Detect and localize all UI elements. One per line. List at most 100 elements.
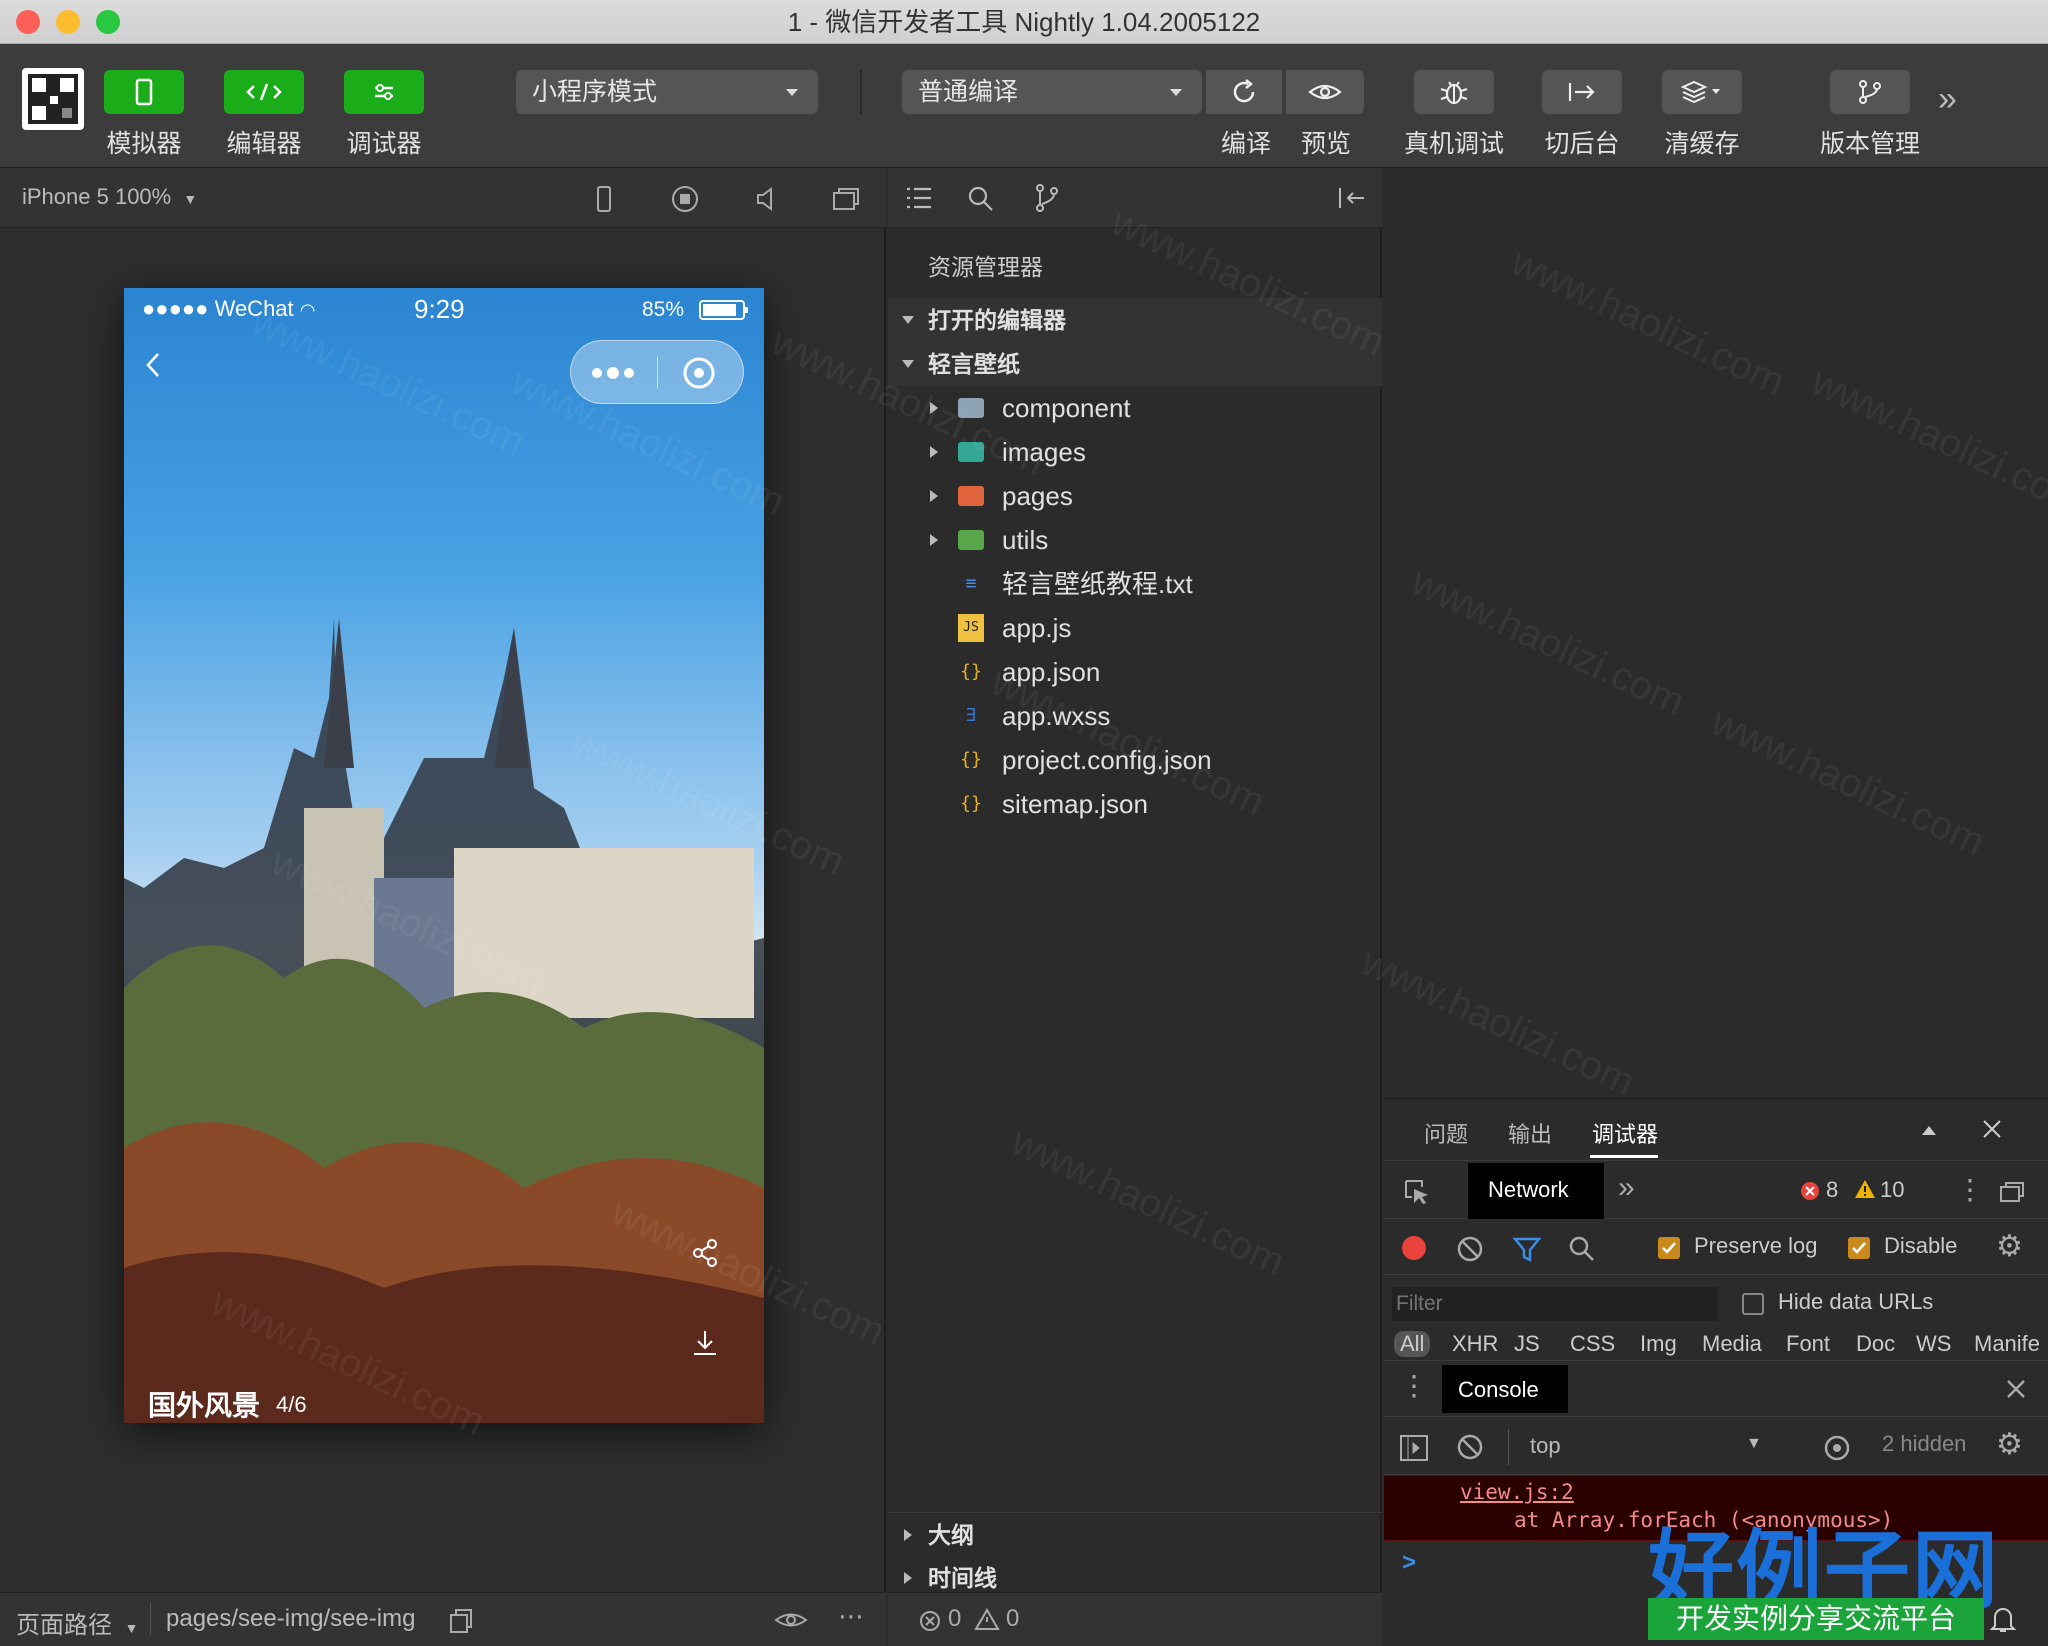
- phone-icon[interactable]: [592, 184, 616, 214]
- compile-button[interactable]: [1206, 70, 1282, 114]
- bell-icon[interactable]: [1990, 1604, 2016, 1634]
- type-filter-img[interactable]: Img: [1640, 1331, 1677, 1357]
- more-icon[interactable]: ⋯: [838, 1601, 864, 1632]
- capsule-divider: [657, 357, 658, 389]
- debugger-button[interactable]: [344, 70, 424, 114]
- outline-section[interactable]: 大纲: [888, 1512, 1382, 1556]
- kebab-menu-icon[interactable]: ⋮: [1956, 1173, 1984, 1206]
- preview-button[interactable]: [1286, 70, 1364, 114]
- hidden-count[interactable]: 2 hidden: [1882, 1431, 1966, 1457]
- type-filter-xhr[interactable]: XHR: [1452, 1331, 1498, 1357]
- file-item[interactable]: ∃ app.wxss: [888, 694, 1382, 738]
- error-source-link[interactable]: view.js:2: [1460, 1480, 1574, 1504]
- disable-cache-checkbox[interactable]: [1848, 1237, 1870, 1259]
- share-icon[interactable]: [690, 1238, 720, 1268]
- gear-icon[interactable]: ⚙: [1996, 1427, 2023, 1462]
- castle-image: [124, 618, 764, 1423]
- warning-count-badge[interactable]: 10: [1880, 1177, 1904, 1203]
- tab-console[interactable]: Console: [1442, 1365, 1568, 1413]
- file-item[interactable]: {} project.config.json: [888, 738, 1382, 782]
- tab-problems[interactable]: 问题: [1424, 1117, 1468, 1149]
- sidebar-toggle-icon[interactable]: [1398, 1433, 1430, 1463]
- folder-item[interactable]: component: [888, 386, 1382, 430]
- background-button[interactable]: [1542, 70, 1622, 114]
- simulator-button[interactable]: [104, 70, 184, 114]
- back-icon[interactable]: [142, 350, 166, 380]
- file-item[interactable]: {} sitemap.json: [888, 782, 1382, 826]
- search-icon[interactable]: [966, 184, 996, 214]
- context-select[interactable]: top ▼: [1518, 1429, 1768, 1465]
- type-filter-all[interactable]: All: [1394, 1331, 1431, 1357]
- download-icon[interactable]: [690, 1328, 720, 1358]
- preserve-log-checkbox[interactable]: [1658, 1237, 1680, 1259]
- more-tools-icon[interactable]: »: [1938, 80, 1957, 119]
- collapse-panel-icon[interactable]: [1336, 184, 1366, 212]
- file-item[interactable]: {} app.json: [888, 650, 1382, 694]
- inspect-icon[interactable]: [1402, 1177, 1432, 1207]
- undock-icon[interactable]: [1998, 1179, 2026, 1205]
- filter-icon[interactable]: [1512, 1235, 1542, 1263]
- active-tab-indicator: [1590, 1155, 1658, 1158]
- avatar[interactable]: [22, 68, 84, 130]
- file-item[interactable]: ≡ 轻言壁纸教程.txt: [888, 562, 1382, 606]
- more-tabs-icon[interactable]: »: [1618, 1171, 1635, 1205]
- filter-input[interactable]: [1392, 1287, 1718, 1321]
- close-miniprogram-icon[interactable]: [681, 355, 717, 391]
- git-branch-icon[interactable]: [1032, 182, 1062, 214]
- folder-item[interactable]: images: [888, 430, 1382, 474]
- path-select[interactable]: 页面路径 ▼: [16, 1605, 139, 1640]
- mode-select[interactable]: 小程序模式: [516, 70, 818, 114]
- tree-item-label: component: [1002, 393, 1131, 423]
- tab-debugger[interactable]: 调试器: [1592, 1117, 1658, 1149]
- eye-icon[interactable]: [774, 1609, 808, 1631]
- chevron-up-icon[interactable]: [1920, 1123, 1938, 1137]
- gear-icon[interactable]: ⚙: [1996, 1229, 2023, 1264]
- compile-select[interactable]: 普通编译: [902, 70, 1202, 114]
- device-select-value: iPhone 5 100%: [22, 184, 172, 209]
- real-debug-button[interactable]: [1414, 70, 1494, 114]
- open-editors-section[interactable]: 打开的编辑器: [888, 298, 1382, 342]
- volume-icon[interactable]: [752, 184, 782, 214]
- type-filter-ws[interactable]: WS: [1916, 1331, 1951, 1357]
- type-filter-js[interactable]: JS: [1514, 1331, 1540, 1357]
- new-window-icon[interactable]: [830, 184, 862, 214]
- stop-icon[interactable]: [670, 184, 700, 214]
- phone-time: 9:29: [414, 294, 465, 324]
- list-icon[interactable]: [904, 184, 934, 212]
- device-select[interactable]: iPhone 5 100% ▼: [22, 184, 197, 210]
- project-section[interactable]: 轻言壁纸: [888, 342, 1382, 386]
- tab-network[interactable]: Network: [1468, 1163, 1604, 1219]
- folder-item[interactable]: pages: [888, 474, 1382, 518]
- eye-icon[interactable]: [1822, 1433, 1852, 1463]
- tab-output[interactable]: 输出: [1508, 1117, 1552, 1149]
- close-icon[interactable]: [1980, 1117, 2004, 1141]
- console-prompt[interactable]: >: [1402, 1549, 1416, 1577]
- clear-cache-button[interactable]: [1662, 70, 1742, 114]
- version-button[interactable]: [1830, 70, 1910, 114]
- open-editors-label: 打开的编辑器: [928, 307, 1066, 333]
- record-button[interactable]: [1402, 1236, 1426, 1260]
- more-icon[interactable]: [589, 363, 639, 383]
- type-filter-media[interactable]: Media: [1702, 1331, 1762, 1357]
- file-item[interactable]: JS app.js: [888, 606, 1382, 650]
- eye-icon: [1308, 84, 1342, 100]
- chevron-right-icon: [904, 1529, 912, 1541]
- search-icon[interactable]: [1568, 1235, 1596, 1263]
- close-icon[interactable]: [2004, 1377, 2028, 1401]
- hide-data-urls-checkbox[interactable]: [1742, 1293, 1764, 1315]
- type-filter-css[interactable]: CSS: [1570, 1331, 1615, 1357]
- editor-button[interactable]: [224, 70, 304, 114]
- explorer-toolbar: [888, 168, 1382, 228]
- clear-console-icon[interactable]: [1456, 1433, 1484, 1461]
- type-filter-doc[interactable]: Doc: [1856, 1331, 1895, 1357]
- folder-item[interactable]: utils: [888, 518, 1382, 562]
- kebab-menu-icon[interactable]: ⋮: [1400, 1369, 1428, 1402]
- chevron-down-icon: ▼: [124, 1620, 139, 1636]
- type-filter-font[interactable]: Font: [1786, 1331, 1830, 1357]
- error-count-badge[interactable]: 8: [1826, 1177, 1838, 1203]
- copy-icon[interactable]: [448, 1607, 474, 1635]
- tree-item-label: utils: [1002, 525, 1049, 555]
- type-filter-manife[interactable]: Manife: [1974, 1331, 2040, 1357]
- clear-icon[interactable]: [1456, 1235, 1484, 1263]
- chevron-down-icon: [1170, 89, 1182, 96]
